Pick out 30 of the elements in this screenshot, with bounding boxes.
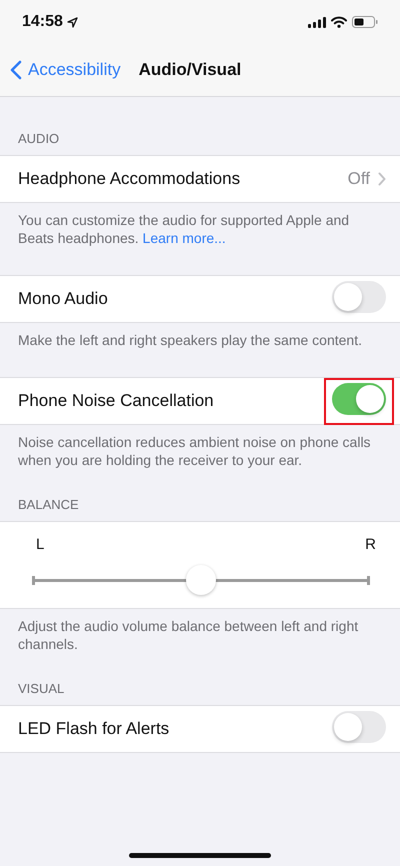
back-button[interactable]: Accessibility (10, 60, 121, 80)
row-label: LED Flash for Alerts (18, 719, 170, 739)
toggle-switch[interactable] (332, 382, 386, 414)
slider-thumb[interactable] (186, 565, 216, 595)
status-time: 14:58 (22, 13, 63, 31)
section-header: BALANCE (17, 497, 80, 514)
settings-row[interactable]: Headphone Accommodations Off (0, 156, 400, 202)
wifi-icon (331, 16, 347, 28)
section-footer: You can customize the audio for supported Apple and Beats headphones. Learn more... (0, 203, 400, 247)
toggle-switch[interactable] (332, 710, 386, 742)
section-header: VISUAL (17, 681, 66, 698)
chevron-right-icon (378, 172, 386, 186)
battery-icon (352, 16, 378, 28)
balance-slider[interactable] (32, 564, 370, 596)
left-label: L (36, 536, 44, 553)
row-label: Headphone Accommodations (18, 169, 242, 189)
right-label: R (365, 536, 376, 553)
signal-icon (308, 16, 326, 28)
screen-title: Audio/Visual (138, 60, 242, 80)
row-value: Off (348, 169, 370, 189)
location-arrow-icon (66, 16, 78, 28)
toggle-switch[interactable] (332, 280, 386, 312)
section-footer: Adjust the audio volume balance between left and right channels. (0, 609, 400, 653)
section-footer: Noise cancellation reduces ambient noise on phone calls when you are holding the receiver to your ear. (0, 425, 400, 469)
section-header: AUDIO (17, 131, 60, 148)
row-label: Mono Audio (18, 289, 109, 309)
row-label: Phone Noise Cancellation (18, 391, 215, 411)
chevron-left-icon (10, 60, 22, 80)
section-footer: Make the left and right speakers play the same content. (0, 323, 400, 349)
learn-more-link[interactable]: Learn more... (142, 230, 226, 246)
